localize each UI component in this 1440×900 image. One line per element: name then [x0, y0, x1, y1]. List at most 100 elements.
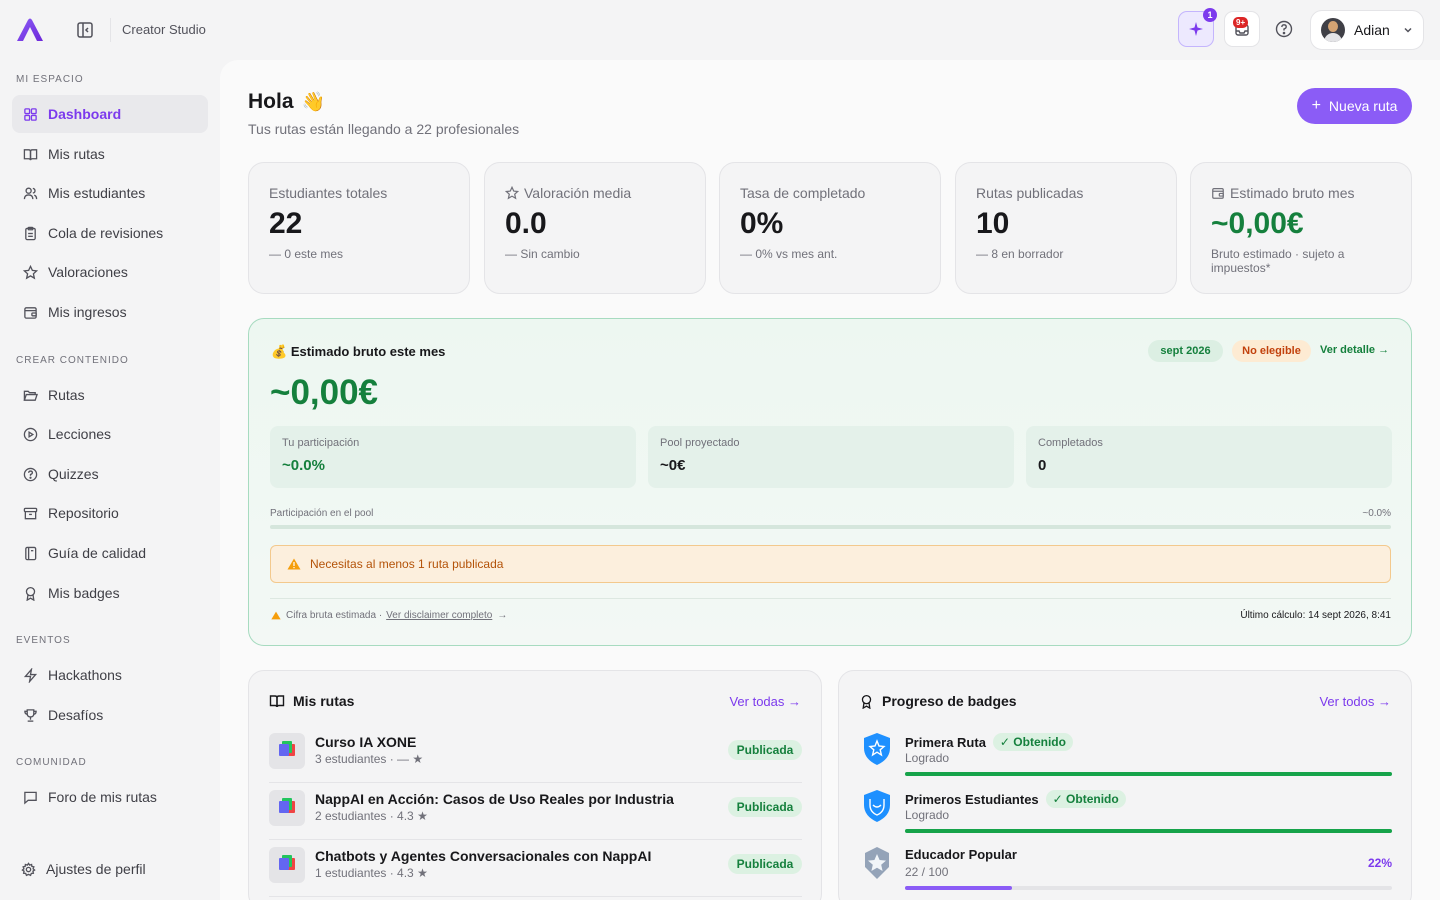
stat-label: Rutas publicadas: [976, 185, 1084, 201]
shield-smile-icon: [864, 790, 890, 822]
badges-card: Progreso de badges Ver todos → Primera R…: [838, 670, 1412, 900]
notifications-button[interactable]: 9+: [1224, 11, 1260, 47]
stat-label-row: Estimado bruto mes: [1211, 185, 1391, 201]
badge-progress-bar: [905, 829, 1392, 833]
route-status-badge: Publicada: [728, 797, 802, 817]
shield-star-icon: [864, 733, 890, 765]
sidebar-item-quizzes[interactable]: Quizzes: [12, 455, 208, 493]
metric-value: ~0€: [660, 457, 686, 474]
ai-assistant-button[interactable]: 1: [1178, 8, 1217, 47]
stat-sub: Bruto estimado · sujeto a impuestos*: [1211, 247, 1345, 275]
new-route-button[interactable]: + Nueva ruta: [1297, 88, 1412, 124]
stat-label: Tasa de completado: [740, 185, 866, 201]
sidebar-item-dashboard[interactable]: Dashboard: [12, 95, 208, 133]
sidebar-item-cola-revisiones[interactable]: Cola de revisiones: [12, 214, 208, 252]
sidebar-item-mis-badges[interactable]: Mis badges: [12, 574, 208, 612]
sidebar-item-guia-calidad[interactable]: Guía de calidad: [12, 534, 208, 572]
route-thumbnail-icon: [269, 847, 305, 883]
route-title: NappAI en Acción: Casos de Uso Reales po…: [315, 791, 674, 807]
star-icon: [23, 264, 38, 279]
badge-progress-row[interactable]: Primera Ruta ✓ Obtenido Logrado: [859, 731, 1392, 786]
routes-card: Mis rutas Ver todas → Curso IA XONE 3 es…: [248, 670, 822, 900]
stat-sub: — 0% vs mes ant.: [740, 247, 838, 261]
stat-card-estimado[interactable]: Estimado bruto mes ~0,00€ Bruto estimado…: [1190, 162, 1412, 294]
stat-value: 22: [269, 207, 303, 240]
stat-card-completado[interactable]: Tasa de completado 0% — 0% vs mes ant.: [719, 162, 941, 294]
user-menu[interactable]: Adian: [1310, 10, 1424, 50]
sidebar-item-label: Desafíos: [48, 707, 104, 723]
sidebar-item-foro[interactable]: Foro de mis rutas: [12, 778, 208, 816]
sidebar-item-ajustes[interactable]: Ajustes de perfil: [10, 850, 206, 888]
route-row[interactable]: Curso IA XONE 3 estudiantes · — ★ Public…: [269, 726, 802, 783]
route-thumbnail-icon: [269, 733, 305, 769]
metric-label: Completados: [1038, 437, 1103, 449]
stat-value: 0.0: [505, 207, 547, 240]
arrow-right-icon: →: [497, 610, 508, 621]
trophy-icon: [24, 708, 37, 722]
earnings-title-text: Estimado bruto este mes: [290, 344, 446, 359]
sidebar-item-valoraciones[interactable]: Valoraciones: [12, 253, 208, 291]
sidebar-item-mis-rutas[interactable]: Mis rutas: [12, 135, 208, 173]
gear-icon: [21, 861, 36, 876]
ai-count-badge: 1: [1203, 8, 1217, 22]
pool-progress-bar: [270, 525, 1391, 529]
route-row[interactable]: NappAI en Acción: Casos de Uso Reales po…: [269, 783, 802, 840]
route-meta: 3 estudiantes · — ★: [315, 752, 424, 766]
wave-emoji: 👋: [301, 92, 326, 113]
sidebar-item-mis-estudiantes[interactable]: Mis estudiantes: [12, 174, 208, 212]
money-bag-icon: 💰: [271, 344, 288, 359]
sidebar-item-label: Hackathons: [48, 667, 122, 683]
disclaimer-link[interactable]: Ver disclaimer completo: [386, 610, 492, 621]
clipboard-icon: [25, 226, 36, 240]
badge-progress-row[interactable]: Educador Popular 22 / 100 22%: [859, 845, 1392, 900]
warning-icon: [287, 558, 301, 570]
section-eventos: EVENTOS: [16, 635, 71, 646]
route-row[interactable]: Chatbots y Agentes Conversacionales con …: [269, 840, 802, 897]
earnings-card: 💰 Estimado bruto este mes sept 2026 No e…: [248, 318, 1412, 646]
badge-name: Primeros Estudiantes: [905, 791, 1039, 807]
sidebar-item-label: Valoraciones: [48, 264, 128, 280]
message-square-icon: [24, 791, 37, 805]
sidebar-item-label: Foro de mis rutas: [48, 789, 157, 805]
sidebar-item-label: Quizzes: [48, 466, 99, 482]
stat-value: 0%: [740, 207, 784, 240]
view-all-routes-link[interactable]: Ver todas →: [729, 694, 801, 709]
greeting-text: Hola: [248, 90, 294, 113]
stat-card-rutas-publicadas[interactable]: Rutas publicadas 10 — 8 en borrador: [955, 162, 1177, 294]
sidebar-toggle-icon[interactable]: [76, 21, 94, 39]
app-logo-icon[interactable]: [15, 17, 45, 43]
eligibility-warning: Necesitas al menos 1 ruta publicada: [270, 545, 1391, 583]
view-detail-link[interactable]: Ver detalle →: [1320, 344, 1389, 356]
sidebar-item-hackathons[interactable]: Hackathons: [12, 656, 208, 694]
stat-label: Estimado bruto mes: [1230, 185, 1355, 201]
topbar-divider: [110, 18, 111, 42]
sidebar: MI ESPACIO Dashboard Mis rutas Mis estud…: [0, 60, 220, 900]
award-icon: [861, 694, 872, 709]
metric-label: Tu participación: [282, 437, 360, 449]
badge-progress-fill: [905, 886, 1013, 890]
badge-progress-row[interactable]: Primeros Estudiantes ✓ Obtenido Logrado: [859, 788, 1392, 843]
view-all-badges-link[interactable]: Ver todos →: [1319, 694, 1391, 709]
sidebar-item-label: Dashboard: [48, 106, 122, 122]
sidebar-item-repositorio[interactable]: Repositorio: [12, 494, 208, 532]
wallet-icon: [1212, 188, 1224, 199]
sidebar-item-desafios[interactable]: Desafíos: [12, 696, 208, 734]
plus-icon: +: [1311, 97, 1321, 114]
sidebar-item-lecciones[interactable]: Lecciones: [12, 415, 208, 453]
stat-card-valoracion[interactable]: Valoración media 0.0 — Sin cambio: [484, 162, 706, 294]
metric-completados: Completados 0: [1026, 426, 1392, 488]
sidebar-item-rutas[interactable]: Rutas: [12, 376, 208, 414]
users-icon: [23, 186, 38, 199]
badge-name: Primera Ruta: [905, 734, 986, 750]
user-name: Adian: [1354, 22, 1390, 38]
sidebar-item-label: Guía de calidad: [48, 545, 147, 561]
stat-card-estudiantes[interactable]: Estudiantes totales 22 — 0 este mes: [248, 162, 470, 294]
section-comunidad: COMUNIDAD: [16, 757, 87, 768]
help-button[interactable]: [1266, 11, 1302, 47]
main-content: Hola 👋 Tus rutas están llegando a 22 pro…: [220, 60, 1440, 900]
sidebar-item-label: Mis estudiantes: [48, 185, 146, 201]
routes-card-header: Mis rutas: [269, 693, 354, 709]
pool-label: Participación en el pool: [270, 508, 374, 519]
sidebar-item-mis-ingresos[interactable]: Mis ingresos: [12, 293, 208, 331]
badge-progress-bar: [905, 772, 1392, 776]
